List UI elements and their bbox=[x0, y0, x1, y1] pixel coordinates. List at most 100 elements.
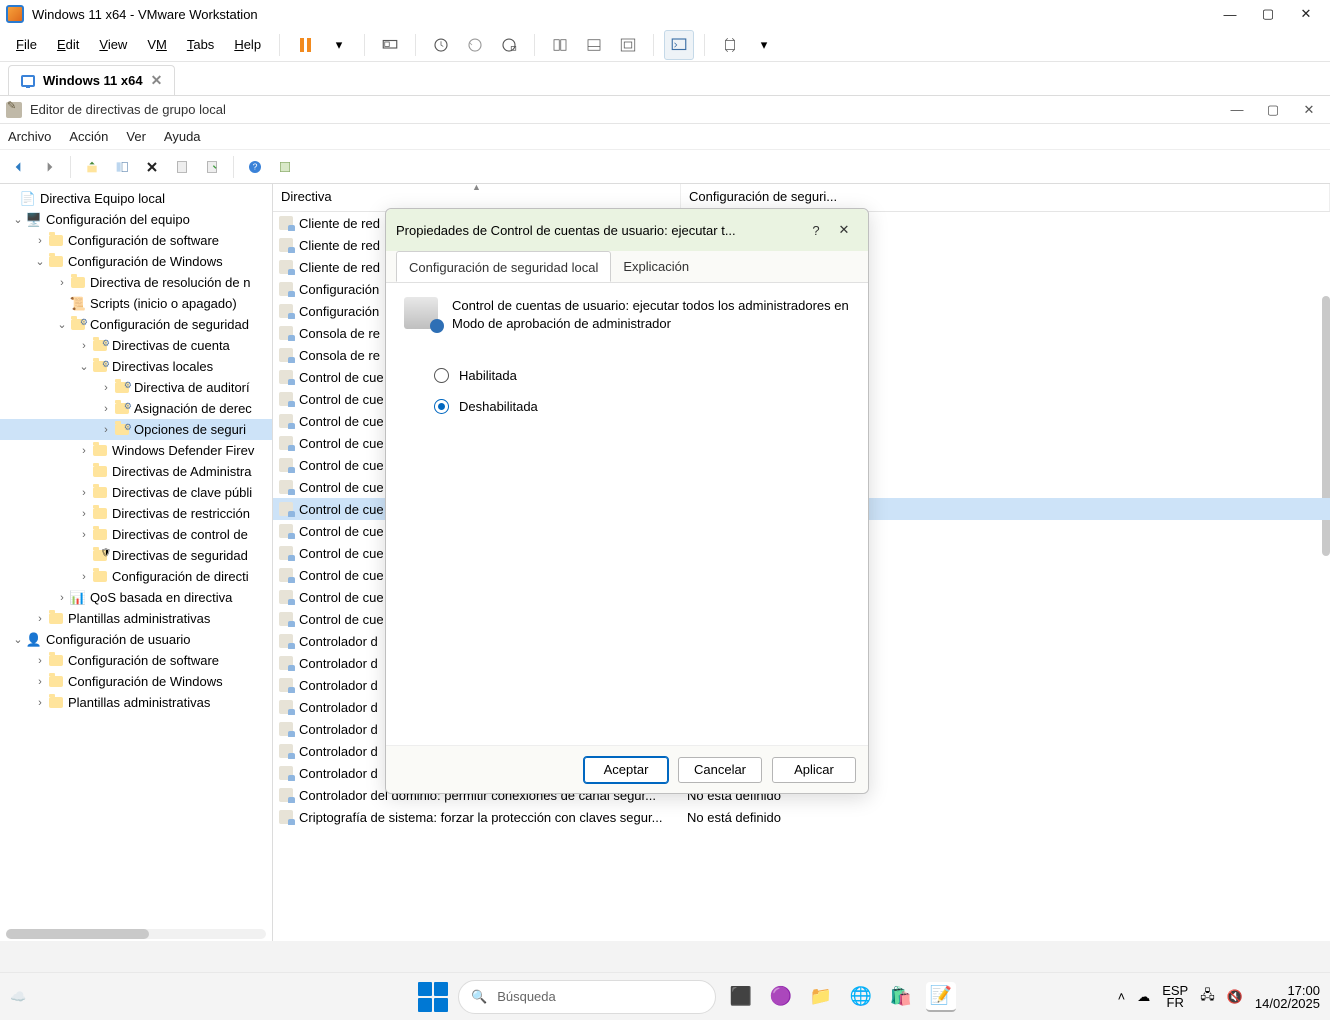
menu-view[interactable]: View bbox=[91, 33, 135, 56]
tree-pane[interactable]: 📄Directiva Equipo local ⌄🖥️Configuración… bbox=[0, 184, 273, 941]
filter-button[interactable] bbox=[272, 154, 298, 180]
up-button[interactable] bbox=[79, 154, 105, 180]
menu-edit[interactable]: Edit bbox=[49, 33, 87, 56]
tree-c-software[interactable]: Configuración de software bbox=[68, 233, 219, 248]
vm-tab-close-icon[interactable]: ✕ bbox=[151, 72, 163, 89]
minimize-button[interactable]: — bbox=[1212, 2, 1248, 26]
radio-habilitada[interactable]: Habilitada bbox=[434, 368, 850, 383]
tree-horizontal-scrollbar[interactable] bbox=[6, 929, 266, 939]
delete-button[interactable] bbox=[139, 154, 165, 180]
tree-s-restr[interactable]: Directivas de restricción bbox=[112, 506, 250, 521]
tree-l-derec[interactable]: Asignación de derec bbox=[134, 401, 252, 416]
tree-s-dir[interactable]: Configuración de directi bbox=[112, 569, 249, 584]
tree-c-templ[interactable]: Plantillas administrativas bbox=[68, 611, 210, 626]
tree-l-audit[interactable]: Directiva de auditorí bbox=[134, 380, 250, 395]
view-fullscreen-button[interactable] bbox=[613, 30, 643, 60]
weather-widget[interactable]: ☁️ bbox=[10, 989, 44, 1005]
list-item[interactable]: Criptografía de sistema: forzar la prote… bbox=[273, 806, 1330, 828]
expand-icon[interactable]: ⌄ bbox=[54, 318, 70, 331]
tree-c-windows[interactable]: Configuración de Windows bbox=[68, 254, 223, 269]
tree-l-opc[interactable]: Opciones de seguri bbox=[134, 422, 246, 437]
tray-onedrive-icon[interactable]: ☁ bbox=[1137, 989, 1150, 1005]
language-indicator[interactable]: ESP FR bbox=[1162, 985, 1188, 1009]
tree-w-sec[interactable]: Configuración de seguridad bbox=[90, 317, 249, 332]
expand-icon[interactable]: › bbox=[32, 235, 48, 247]
aplicar-button[interactable]: Aplicar bbox=[772, 757, 856, 783]
tray-volume-icon[interactable]: 🔇 bbox=[1227, 989, 1243, 1005]
vm-tab[interactable]: Windows 11 x64 ✕ bbox=[8, 65, 175, 95]
send-ctrl-alt-del-button[interactable] bbox=[375, 30, 405, 60]
tree-s-firewall[interactable]: Windows Defender Firev bbox=[112, 443, 254, 458]
forward-button[interactable] bbox=[36, 154, 62, 180]
mmc-menu-accion[interactable]: Acción bbox=[69, 129, 108, 144]
mmc-minimize-button[interactable]: — bbox=[1222, 99, 1252, 121]
tree-s-ctrl[interactable]: Directivas de control de bbox=[112, 527, 248, 542]
tree-s-segip[interactable]: Directivas de seguridad bbox=[112, 548, 248, 563]
help-button[interactable]: ? bbox=[242, 154, 268, 180]
maximize-button[interactable]: ▢ bbox=[1250, 2, 1286, 26]
expand-icon[interactable]: ⌄ bbox=[10, 633, 26, 646]
tree-user[interactable]: Configuración de usuario bbox=[46, 632, 191, 647]
dialog-close-button[interactable]: ✕ bbox=[830, 216, 858, 244]
tree-s-clave[interactable]: Directivas de clave públi bbox=[112, 485, 252, 500]
dialog-titlebar[interactable]: Propiedades de Control de cuentas de usu… bbox=[386, 209, 868, 251]
tree-s-locales[interactable]: Directivas locales bbox=[112, 359, 213, 374]
pause-vm-button[interactable] bbox=[290, 30, 320, 60]
show-hide-tree-button[interactable] bbox=[109, 154, 135, 180]
file-explorer-icon[interactable]: 📁 bbox=[806, 982, 836, 1012]
menu-tabs[interactable]: Tabs bbox=[179, 33, 222, 56]
stretch-guest-button[interactable] bbox=[715, 30, 745, 60]
tree-computer[interactable]: Configuración del equipo bbox=[46, 212, 190, 227]
edge-icon[interactable]: 🌐 bbox=[846, 982, 876, 1012]
stretch-dropdown[interactable]: ▾ bbox=[749, 30, 779, 60]
tree-root[interactable]: Directiva Equipo local bbox=[40, 191, 165, 206]
tree-w-scripts[interactable]: Scripts (inicio o apagado) bbox=[90, 296, 237, 311]
copilot-icon[interactable]: 🟣 bbox=[766, 982, 796, 1012]
list-header-directiva[interactable]: ▲Directiva bbox=[273, 184, 681, 211]
tab-explicacion[interactable]: Explicación bbox=[611, 251, 701, 282]
mmc-close-button[interactable]: ✕ bbox=[1294, 99, 1324, 121]
power-dropdown[interactable]: ▾ bbox=[324, 30, 354, 60]
close-button[interactable]: ✕ bbox=[1288, 2, 1324, 26]
start-button[interactable] bbox=[418, 982, 448, 1012]
menu-vm[interactable]: VM bbox=[139, 33, 175, 56]
snapshot-revert-button[interactable] bbox=[460, 30, 490, 60]
guest-area[interactable]: Editor de directivas de grupo local — ▢ … bbox=[0, 96, 1330, 1020]
taskbar-clock[interactable]: 17:00 14/02/2025 bbox=[1255, 984, 1320, 1010]
expand-icon[interactable]: ⌄ bbox=[32, 255, 48, 268]
tree-s-cuenta[interactable]: Directivas de cuenta bbox=[112, 338, 230, 353]
tree-u-templ[interactable]: Plantillas administrativas bbox=[68, 695, 210, 710]
list-header-config[interactable]: Configuración de seguri... bbox=[681, 184, 1330, 211]
mmc-maximize-button[interactable]: ▢ bbox=[1258, 99, 1288, 121]
tree-s-admin[interactable]: Directivas de Administra bbox=[112, 464, 251, 479]
dialog-help-button[interactable]: ? bbox=[802, 216, 830, 244]
console-view-button[interactable] bbox=[664, 30, 694, 60]
cancelar-button[interactable]: Cancelar bbox=[678, 757, 762, 783]
aceptar-button[interactable]: Aceptar bbox=[584, 757, 668, 783]
store-icon[interactable]: 🛍️ bbox=[886, 982, 916, 1012]
tab-config-seguridad-local[interactable]: Configuración de seguridad local bbox=[396, 251, 611, 282]
tree-u-software[interactable]: Configuración de software bbox=[68, 653, 219, 668]
menu-file[interactable]: File bbox=[8, 33, 45, 56]
mmc-menu-archivo[interactable]: Archivo bbox=[8, 129, 51, 144]
view-unity-button[interactable] bbox=[579, 30, 609, 60]
properties-button[interactable] bbox=[169, 154, 195, 180]
snapshot-manager-button[interactable] bbox=[494, 30, 524, 60]
view-single-button[interactable] bbox=[545, 30, 575, 60]
notepad-icon[interactable]: 📝 bbox=[926, 982, 956, 1012]
tray-network-icon[interactable]: 🖧 bbox=[1200, 986, 1215, 1008]
export-button[interactable] bbox=[199, 154, 225, 180]
menu-help[interactable]: Help bbox=[226, 33, 269, 56]
expand-icon[interactable]: ⌄ bbox=[76, 360, 92, 373]
mmc-menu-ayuda[interactable]: Ayuda bbox=[164, 129, 201, 144]
tree-u-windows[interactable]: Configuración de Windows bbox=[68, 674, 223, 689]
tray-chevron-icon[interactable]: ˄ bbox=[1118, 989, 1126, 1004]
tree-w-nres[interactable]: Directiva de resolución de n bbox=[90, 275, 250, 290]
expand-icon[interactable]: ⌄ bbox=[10, 213, 26, 226]
tree-w-qos[interactable]: QoS basada en directiva bbox=[90, 590, 232, 605]
mmc-menu-ver[interactable]: Ver bbox=[126, 129, 146, 144]
task-view-icon[interactable]: ⬛ bbox=[726, 982, 756, 1012]
back-button[interactable] bbox=[6, 154, 32, 180]
radio-deshabilitada[interactable]: Deshabilitada bbox=[434, 399, 850, 414]
snapshot-button[interactable] bbox=[426, 30, 456, 60]
